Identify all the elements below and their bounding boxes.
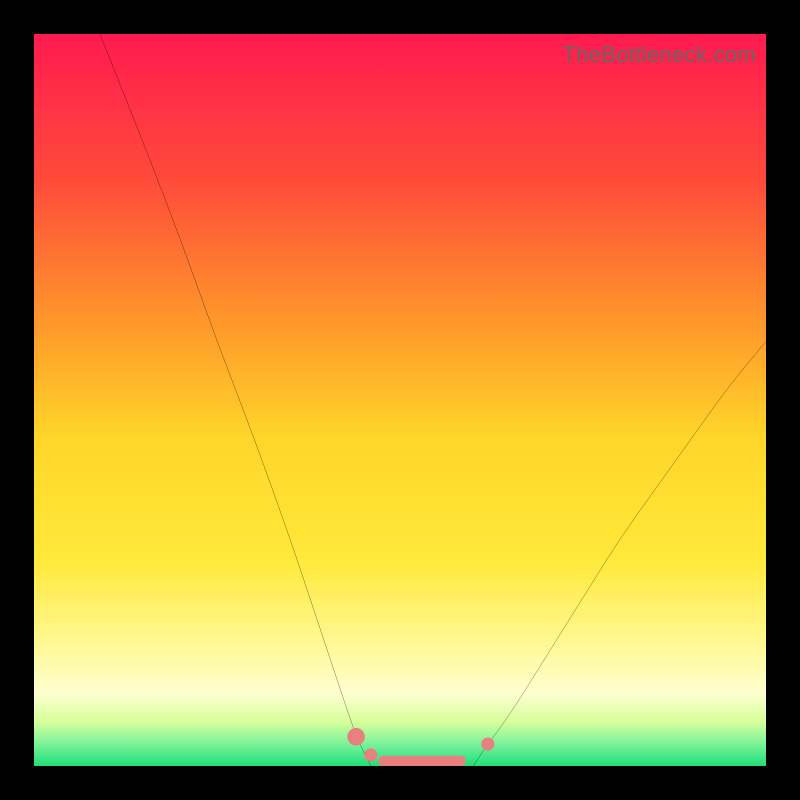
watermark-text: TheBottleneck.com xyxy=(563,42,756,68)
series-curve-right xyxy=(473,341,766,766)
marker-left-upper xyxy=(347,728,365,746)
plot-area: TheBottleneck.com xyxy=(34,34,766,766)
marker-right xyxy=(481,737,494,750)
series-curve-left xyxy=(100,34,371,766)
chart-curves xyxy=(34,34,766,766)
chart-frame: TheBottleneck.com xyxy=(0,0,800,800)
marker-bottom-bar xyxy=(378,756,466,766)
marker-left-lower xyxy=(364,748,377,761)
